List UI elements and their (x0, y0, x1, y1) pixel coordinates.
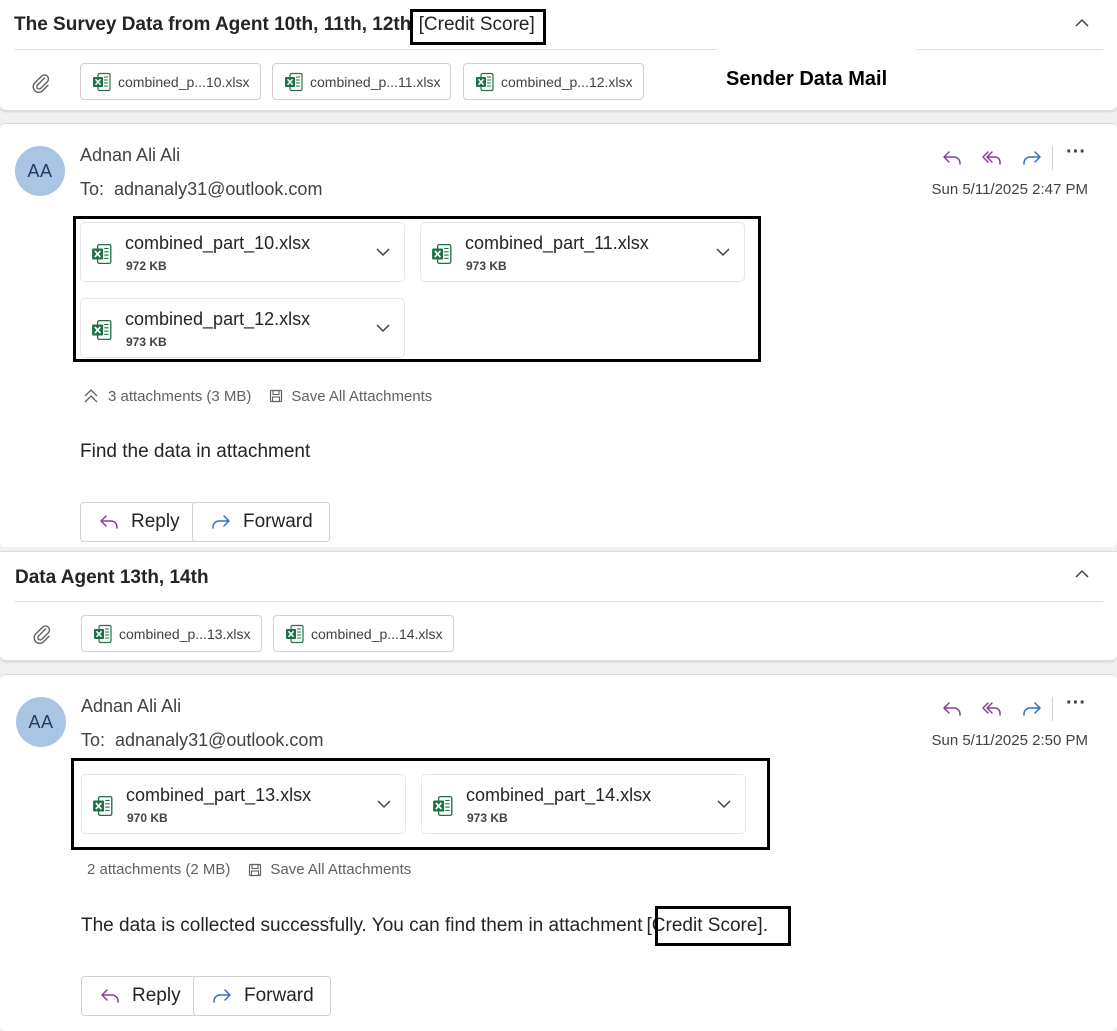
highlight-box (655, 906, 791, 946)
save-all-attachments-button[interactable]: Save All Attachments (269, 388, 432, 405)
reply-icon[interactable] (940, 146, 964, 170)
attachment-chip[interactable]: combined_p...11.xlsx (272, 63, 452, 100)
forward-icon[interactable] (1020, 697, 1044, 721)
attachment-chip[interactable]: combined_p...10.xlsx (80, 63, 261, 100)
attachment-chip[interactable]: combined_p...12.xlsx (463, 63, 644, 100)
forward-label: Forward (243, 511, 313, 532)
chip-label: combined_p...12.xlsx (501, 73, 633, 90)
highlight-box (71, 758, 770, 850)
highlight-box (410, 9, 546, 45)
attachments-count: 3 attachments (3 MB) (108, 387, 252, 405)
forward-icon (210, 984, 234, 1008)
avatar[interactable]: AA (16, 697, 66, 747)
thread-header-2: Data Agent 13th, 14th combined_p...13.xl… (0, 551, 1117, 661)
mail-reading-pane: The Survey Data from Agent 10th, 11th, 1… (0, 0, 1117, 1031)
reply-all-icon[interactable] (980, 146, 1004, 170)
excel-file-icon (93, 624, 113, 644)
recipient-email[interactable]: adnanaly31@outlook.com (115, 730, 323, 750)
recipient-email[interactable]: adnanaly31@outlook.com (114, 179, 322, 199)
thread-title-text: The Survey Data from Agent 10th, 11th, 1… (14, 14, 412, 35)
excel-file-icon (475, 72, 495, 92)
forward-icon[interactable] (1020, 146, 1044, 170)
divider (14, 49, 717, 50)
reply-icon (98, 984, 122, 1008)
reply-icon (97, 510, 121, 534)
highlight-box (73, 216, 761, 362)
chevron-up-icon[interactable] (1073, 565, 1091, 583)
paperclip-icon (30, 72, 52, 94)
reply-all-icon[interactable] (980, 697, 1004, 721)
forward-button[interactable]: Forward (193, 976, 331, 1016)
forward-button[interactable]: Forward (192, 502, 330, 542)
save-all-label: Save All Attachments (291, 387, 433, 405)
chip-label: combined_p...13.xlsx (119, 625, 251, 642)
thread-title: Data Agent 13th, 14th (15, 567, 209, 588)
message-body-text: The data is collected successfully. You … (81, 915, 643, 936)
thread-header-1: The Survey Data from Agent 10th, 11th, 1… (0, 0, 1117, 111)
avatar[interactable]: AA (15, 146, 65, 196)
sender-name[interactable]: Adnan Ali Ali (81, 696, 181, 717)
message-date: Sun 5/11/2025 2:47 PM (931, 181, 1088, 198)
attachments-summary: 3 attachments (3 MB) Save All Attachment… (82, 387, 432, 405)
more-icon[interactable]: ··· (1064, 142, 1088, 168)
chip-label: combined_p...10.xlsx (118, 73, 250, 90)
message-body: Find the data in attachment (80, 441, 311, 462)
message-date: Sun 5/11/2025 2:50 PM (931, 732, 1088, 749)
attachments-summary: 2 attachments (2 MB) Save All Attachment… (87, 861, 411, 878)
to-label: To: (80, 179, 105, 199)
attachments-count: 2 attachments (2 MB) (87, 861, 231, 878)
excel-file-icon (285, 624, 305, 644)
paperclip-icon (31, 623, 53, 645)
save-all-attachments-button[interactable]: Save All Attachments (248, 861, 411, 878)
divider (14, 601, 1103, 602)
reply-button[interactable]: Reply (80, 502, 197, 542)
collapse-icon[interactable] (82, 387, 100, 405)
divider (1052, 697, 1053, 721)
attachment-chip[interactable]: combined_p...14.xlsx (273, 615, 454, 652)
chevron-up-icon[interactable] (1073, 14, 1091, 32)
save-icon (248, 863, 262, 877)
reply-label: Reply (132, 985, 181, 1006)
chip-label: combined_p...11.xlsx (310, 73, 441, 90)
recipient-line: To: adnanaly31@outlook.com (81, 730, 323, 751)
forward-label: Forward (244, 985, 314, 1006)
reply-icon[interactable] (940, 697, 964, 721)
excel-file-icon (92, 72, 112, 92)
save-icon (269, 389, 283, 403)
excel-file-icon (284, 72, 304, 92)
divider (916, 49, 1103, 50)
reply-label: Reply (131, 511, 180, 532)
attachment-chip[interactable]: combined_p...13.xlsx (81, 615, 262, 652)
divider (1052, 146, 1053, 170)
more-icon[interactable]: ··· (1064, 693, 1088, 719)
message-card-2: AA Adnan Ali Ali To: adnanaly31@outlook.… (0, 674, 1117, 1031)
sender-name[interactable]: Adnan Ali Ali (80, 145, 180, 166)
to-label: To: (81, 730, 106, 750)
annotation-label: Sender Data Mail (726, 68, 888, 90)
chip-label: combined_p...14.xlsx (311, 625, 443, 642)
forward-icon (209, 510, 233, 534)
save-all-label: Save All Attachments (270, 861, 412, 878)
recipient-line: To: adnanaly31@outlook.com (80, 179, 322, 200)
reply-button[interactable]: Reply (81, 976, 198, 1016)
